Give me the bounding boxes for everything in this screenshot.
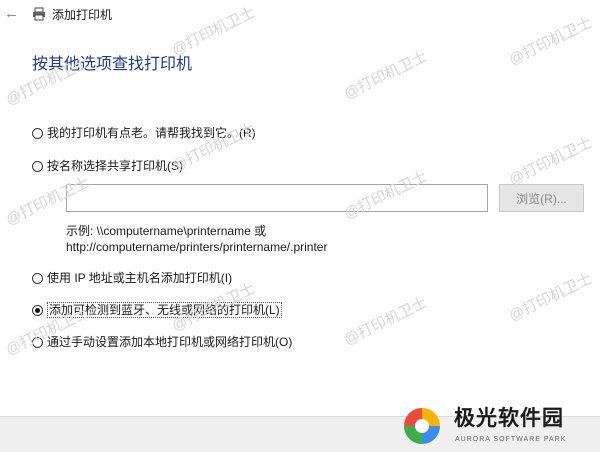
logo-name: 极光软件园	[454, 407, 564, 430]
option-shared-printer-hotkey: (S)	[167, 159, 184, 173]
aurora-logo-icon	[404, 408, 440, 444]
option-network-printer-label: 添加可检测到蓝牙、无线或网络的打印机	[49, 303, 266, 317]
option-ip-printer-hotkey: (I)	[220, 271, 233, 285]
radio-manual-printer[interactable]	[32, 336, 43, 348]
option-manual-printer-label: 通过手动设置添加本地打印机或网络打印机	[47, 335, 276, 349]
radio-shared-printer[interactable]	[32, 160, 43, 172]
option-shared-printer[interactable]: 按名称选择共享打印机 (S)	[32, 158, 183, 174]
option-ip-printer[interactable]: 使用 IP 地址或主机名添加打印机 (I)	[32, 270, 232, 286]
option-network-printer[interactable]: 添加可检测到蓝牙、无线或网络的打印机(L)	[32, 302, 282, 318]
option-network-printer-focus: 添加可检测到蓝牙、无线或网络的打印机(L)	[47, 302, 282, 318]
watermark: @打印机卫士	[506, 133, 595, 189]
option-ip-printer-label: 使用 IP 地址或主机名添加打印机	[47, 271, 221, 285]
option-network-printer-hotkey: (L)	[265, 303, 280, 317]
title-bar: ← 添加打印机	[0, 0, 600, 30]
browse-button[interactable]: 浏览(R)...	[499, 184, 584, 212]
watermark: @打印机卫士	[341, 47, 430, 103]
option-old-printer-label: 我的打印机有点老。请帮我找到它。	[47, 126, 240, 140]
watermark: @打印机卫士	[506, 269, 595, 325]
printer-path-input[interactable]	[66, 184, 488, 212]
example-line-2: http://computername/printers/printername…	[66, 240, 328, 254]
radio-old-printer[interactable]	[32, 127, 43, 139]
logo-subtitle: AURORA SOFTWARE PARK	[455, 436, 567, 443]
option-old-printer[interactable]: 我的打印机有点老。请帮我找到它。 (R)	[32, 125, 256, 141]
option-manual-printer-hotkey: (O)	[275, 335, 293, 349]
page-heading: 按其他选项查找打印机	[32, 56, 193, 73]
radio-network-printer[interactable]	[32, 304, 43, 316]
watermark: @打印机卫士	[341, 293, 430, 349]
example-line-1: 示例: \\computername\printername 或	[66, 224, 267, 238]
window-title: 添加打印机	[52, 8, 113, 22]
option-manual-printer[interactable]: 通过手动设置添加本地打印机或网络打印机 (O)	[32, 334, 292, 350]
printer-icon	[33, 7, 45, 21]
option-shared-printer-label: 按名称选择共享打印机	[47, 159, 168, 173]
back-arrow-icon[interactable]: ←	[4, 5, 19, 23]
option-old-printer-hotkey: (R)	[239, 126, 256, 140]
radio-ip-printer[interactable]	[32, 272, 43, 284]
aurora-logo: 极光软件园 AURORA SOFTWARE PARK	[400, 402, 600, 452]
